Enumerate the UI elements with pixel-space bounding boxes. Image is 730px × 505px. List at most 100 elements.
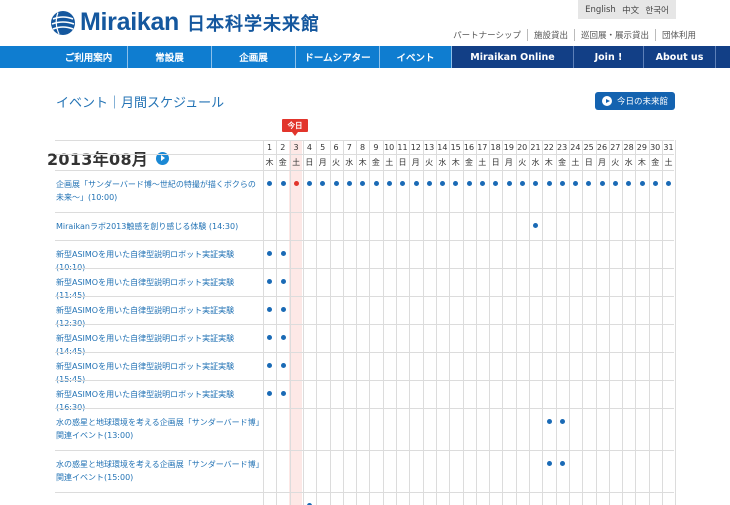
day-number: 18 <box>490 143 501 152</box>
day-weekday: 火 <box>425 158 434 167</box>
page-title: イベント｜月間スケジュール <box>56 96 225 111</box>
event-day-marker[interactable] <box>267 181 273 186</box>
event-day-marker[interactable] <box>267 391 273 396</box>
event-day-marker[interactable] <box>453 181 459 186</box>
event-day-marker[interactable] <box>559 419 565 424</box>
miraikan-logo[interactable]: Miraikan 日本科学未来館 <box>50 8 320 37</box>
nav-item-join[interactable]: Join ! <box>574 46 644 68</box>
event-title-link[interactable]: 新型ASIMOを用いた自律型説明ロボット実証実験(14:45) <box>56 332 263 358</box>
event-day-marker[interactable] <box>559 461 565 466</box>
event-title-link[interactable]: 新型ASIMOを用いた自律型説明ロボット実証実験(12:30) <box>56 304 263 330</box>
event-day-marker[interactable] <box>347 181 352 186</box>
day-weekday: 金 <box>278 158 287 167</box>
event-day-marker[interactable] <box>586 181 592 186</box>
grid-row-divider <box>55 352 674 353</box>
main-nav: ご利用案内 常設展 企画展 ドームシアター イベント Miraikan Onli… <box>0 46 730 68</box>
event-title-link[interactable]: 新型ASIMOを用いた自律型説明ロボット実証実験(16:30) <box>56 388 263 414</box>
nav-item-guide[interactable]: ご利用案内 <box>50 46 128 68</box>
event-title-link[interactable]: 新型ASIMOを用いた自律型説明ロボット実証実験(11:45) <box>56 276 263 302</box>
event-day-marker[interactable] <box>652 181 658 186</box>
util-link-partnership[interactable]: パートナーシップ <box>447 29 527 41</box>
day-weekday: 火 <box>518 158 527 167</box>
event-day-marker[interactable] <box>280 181 286 186</box>
event-day-marker[interactable] <box>267 251 273 256</box>
day-number: 30 <box>650 143 661 152</box>
month-label: 2013年08月 <box>47 146 170 170</box>
day-number: 19 <box>503 143 514 152</box>
day-weekday: 木 <box>637 158 646 167</box>
event-day-marker[interactable] <box>386 181 392 186</box>
event-day-marker[interactable] <box>546 419 552 424</box>
grid-row-divider <box>55 212 674 213</box>
event-day-marker[interactable] <box>613 181 618 186</box>
event-day-marker[interactable] <box>413 181 419 186</box>
event-day-marker[interactable] <box>493 181 499 186</box>
event-day-marker[interactable] <box>533 181 539 186</box>
event-day-marker[interactable] <box>573 181 579 186</box>
event-day-marker[interactable] <box>307 181 313 186</box>
day-number: 13 <box>424 143 435 152</box>
event-day-marker[interactable] <box>280 391 286 396</box>
event-day-marker[interactable] <box>267 279 273 284</box>
nav-item-special[interactable]: 企画展 <box>212 46 296 68</box>
event-day-marker[interactable] <box>280 307 286 312</box>
event-day-marker[interactable] <box>373 181 379 186</box>
event-day-marker[interactable] <box>426 181 432 186</box>
event-day-marker[interactable] <box>280 279 286 284</box>
event-title-link[interactable]: 新型ASIMOを用いた自律型説明ロボット実証実験(10:10) <box>56 248 263 274</box>
day-number: 16 <box>463 143 475 152</box>
event-day-marker[interactable] <box>466 181 472 186</box>
day-number: 8 <box>360 143 366 152</box>
event-day-marker[interactable] <box>293 181 299 186</box>
event-title-link[interactable]: 水の惑星と地球環境を考える企画展「サンダーバード博」関連イベント(13:00) <box>56 416 263 442</box>
day-number: 3 <box>293 143 299 152</box>
event-day-marker[interactable] <box>360 181 366 186</box>
event-day-marker[interactable] <box>440 181 446 186</box>
lang-chinese[interactable]: 中文 <box>622 4 639 16</box>
lang-korean[interactable]: 한국어 <box>645 4 668 16</box>
event-day-marker[interactable] <box>267 307 273 312</box>
event-day-marker[interactable] <box>666 181 672 186</box>
util-link-group-visits[interactable]: 団体利用 <box>654 29 702 41</box>
day-weekday: 木 <box>358 158 367 167</box>
event-title-link[interactable]: 新型ASIMOを用いた自律型説明ロボット実証実験(15:45) <box>56 360 263 386</box>
event-day-marker[interactable] <box>533 223 539 228</box>
day-weekday: 日 <box>398 158 407 167</box>
nav-item-permanent[interactable]: 常設展 <box>128 46 212 68</box>
event-day-marker[interactable] <box>400 181 406 186</box>
day-weekday: 木 <box>544 158 553 167</box>
event-title-link[interactable]: 水の惑星と地球環境を考える企画展「サンダーバード博」関連イベント(15:00) <box>56 458 263 484</box>
event-title-link[interactable]: Miraikanラボ2013触感を創り感じる体験 (14:30) <box>56 220 263 233</box>
event-day-marker[interactable] <box>333 181 339 186</box>
event-day-marker[interactable] <box>280 363 286 368</box>
lang-english[interactable]: English <box>585 5 616 15</box>
nav-item-dome[interactable]: ドームシアター <box>296 46 380 68</box>
event-day-marker[interactable] <box>267 363 273 368</box>
event-day-marker[interactable] <box>506 181 512 186</box>
event-day-marker[interactable] <box>559 181 565 186</box>
language-switcher: English 中文 한국어 <box>578 0 676 19</box>
event-day-marker[interactable] <box>599 181 605 186</box>
event-day-marker[interactable] <box>280 335 286 340</box>
nav-item-online[interactable]: Miraikan Online <box>452 46 574 68</box>
event-day-marker[interactable] <box>320 181 326 186</box>
day-weekday: 土 <box>385 158 394 167</box>
today-miraikan-button[interactable]: 今日の未来館 <box>595 92 675 110</box>
util-link-facility-rental[interactable]: 施設貸出 <box>526 29 574 41</box>
event-day-marker[interactable] <box>639 181 645 186</box>
grid-row-divider <box>55 268 674 269</box>
nav-item-about[interactable]: About us <box>644 46 716 68</box>
day-weekday: 月 <box>318 158 327 167</box>
event-day-marker[interactable] <box>519 181 525 186</box>
event-day-marker[interactable] <box>480 181 485 186</box>
event-day-marker[interactable] <box>546 181 552 186</box>
event-day-marker[interactable] <box>280 251 286 256</box>
event-title-link[interactable]: 企画展「サンダーバード博〜世紀の特撮が描くボクらの未来〜」(10:00) <box>56 178 263 204</box>
nav-item-events[interactable]: イベント <box>380 46 452 68</box>
event-day-marker[interactable] <box>546 461 552 466</box>
util-link-traveling-exhibits[interactable]: 巡回展・展示貸出 <box>573 29 655 41</box>
day-number: 6 <box>333 143 339 152</box>
event-day-marker[interactable] <box>626 181 632 186</box>
grid-row-divider <box>55 170 674 171</box>
event-day-marker[interactable] <box>267 335 273 340</box>
